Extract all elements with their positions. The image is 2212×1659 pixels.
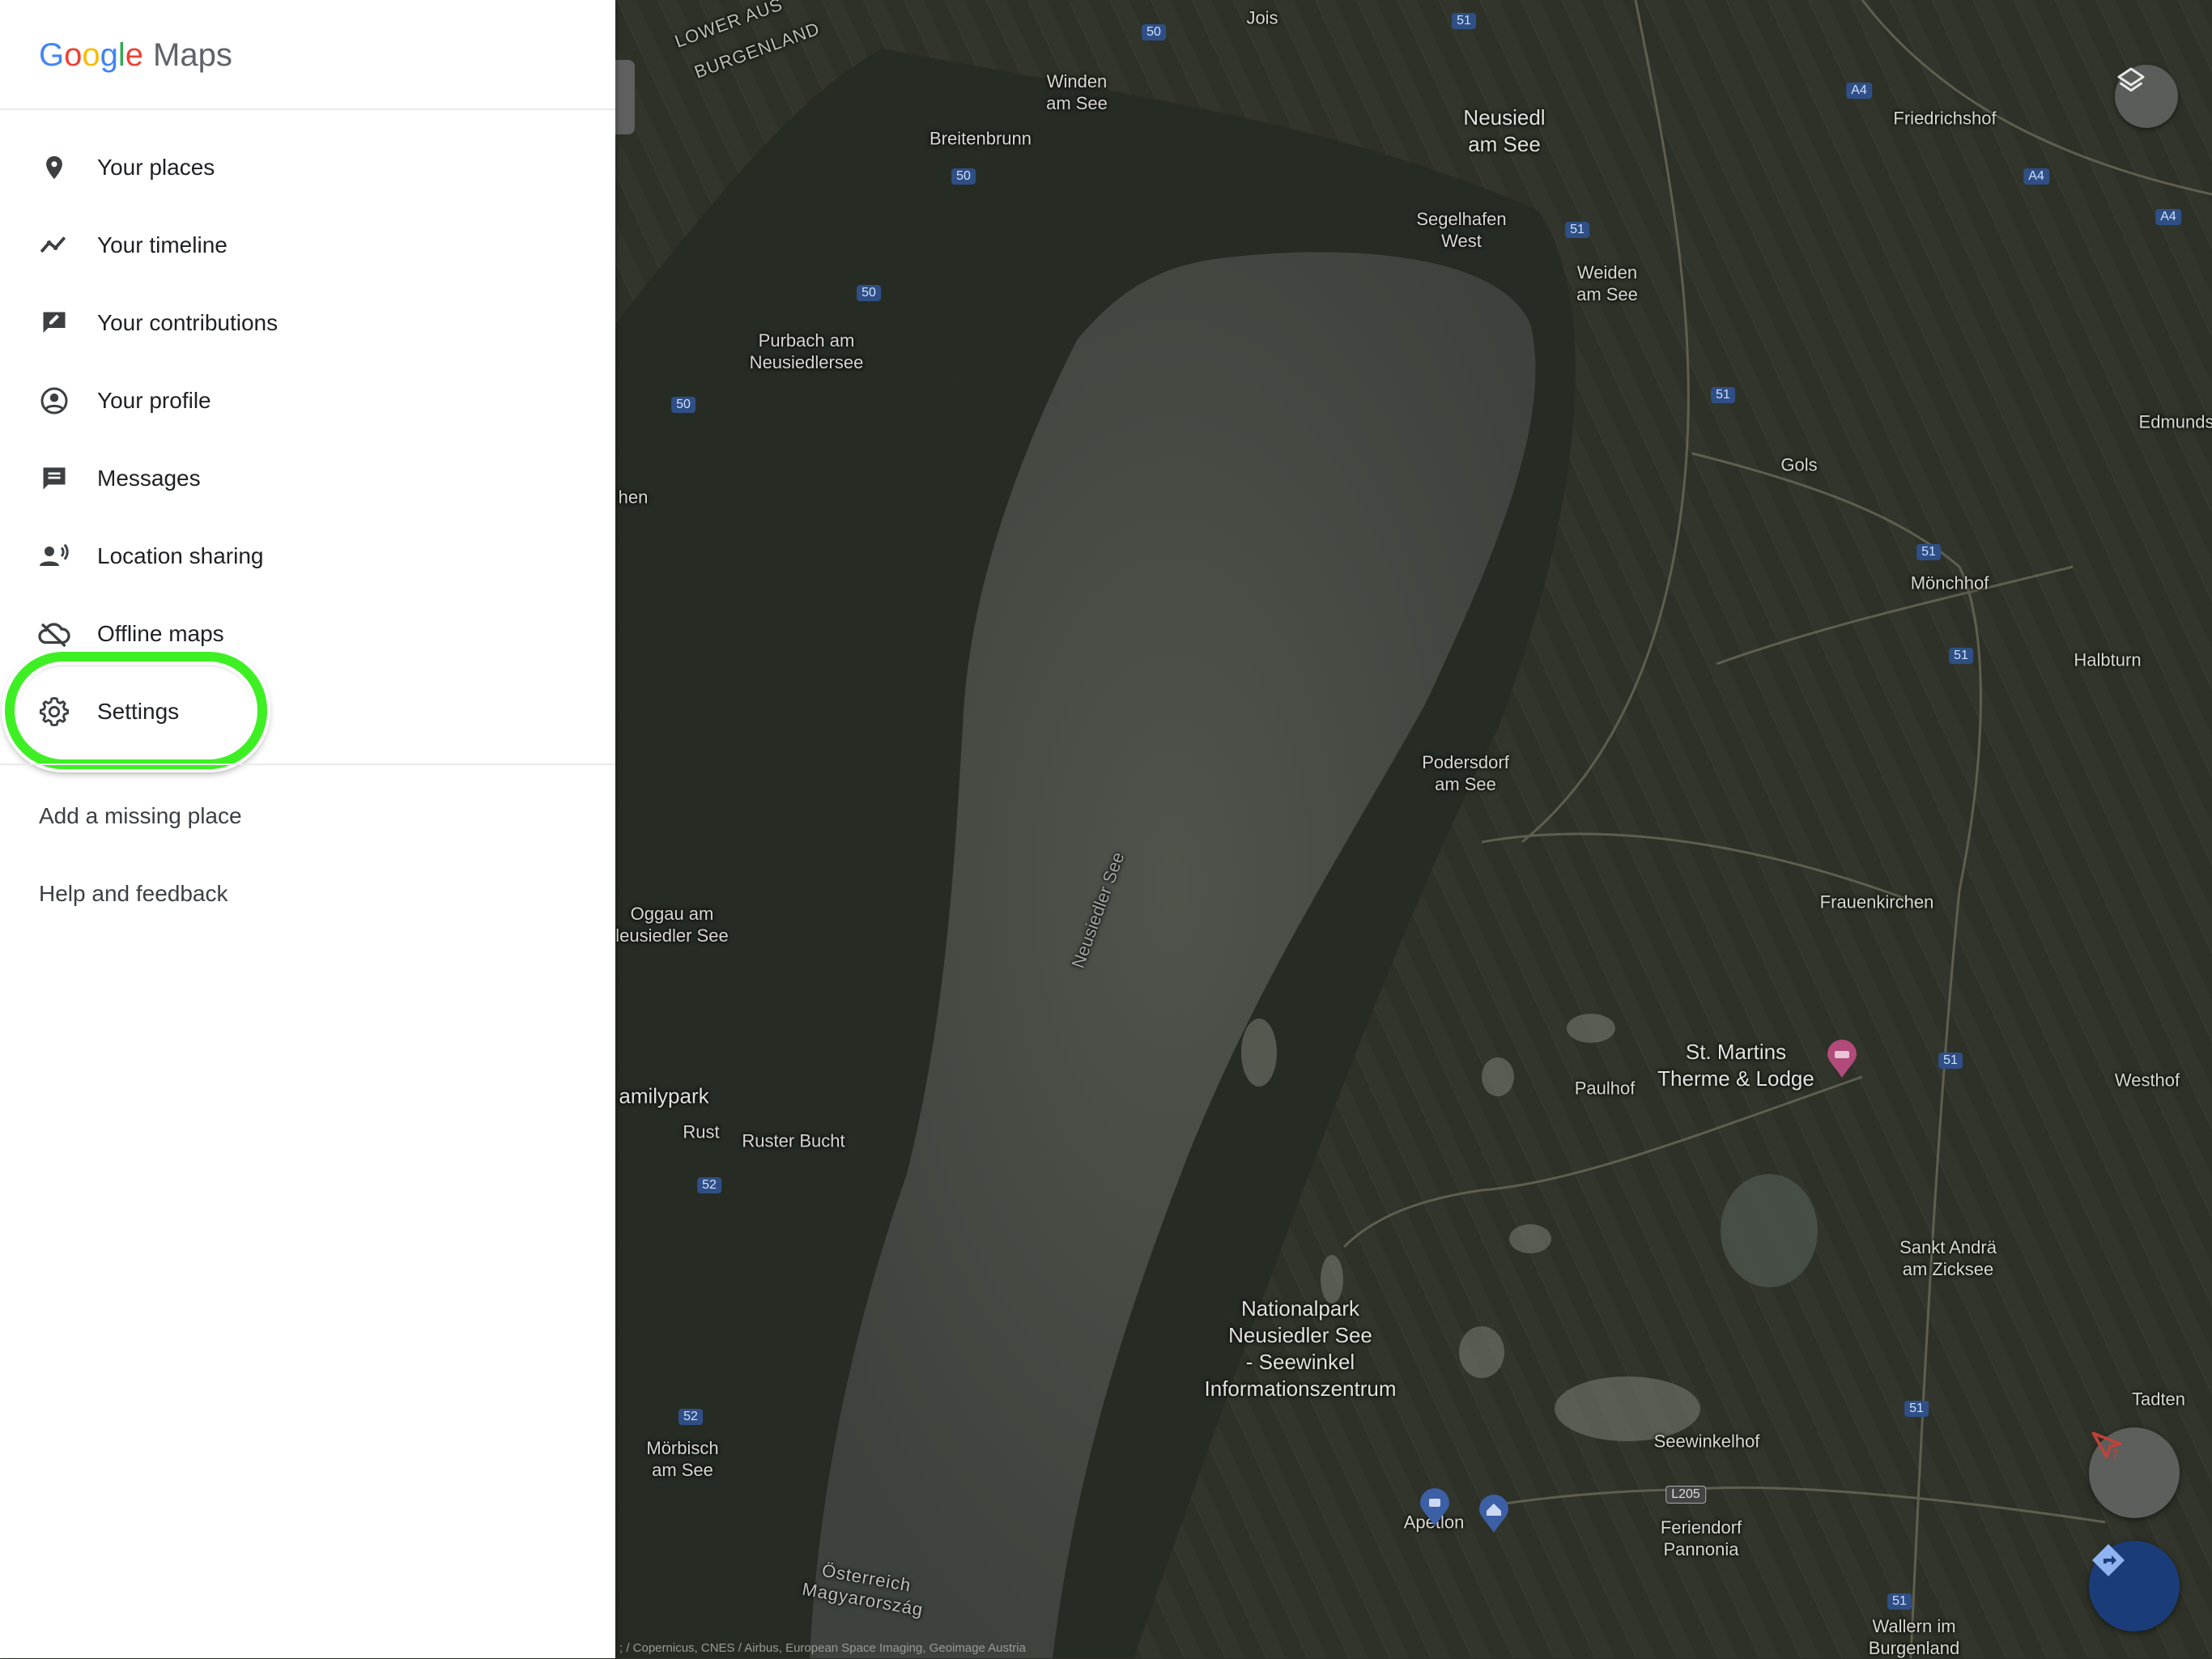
contributions-icon bbox=[37, 306, 71, 340]
road-shield: 50 bbox=[951, 168, 976, 185]
menu-label: Your places bbox=[97, 155, 215, 180]
map-label-podersdorf: Podersdorf am See bbox=[1422, 752, 1509, 794]
map-label-gols: Gols bbox=[1780, 454, 1818, 475]
road-shield: 51 bbox=[1452, 13, 1476, 29]
map-label-neusiedl: Neusiedl am See bbox=[1463, 105, 1546, 156]
map-label-westhof: Westhof bbox=[2114, 1070, 2180, 1091]
road-shield: 51 bbox=[1887, 1593, 1912, 1610]
menu-label: Your contributions bbox=[97, 310, 279, 335]
menu-item-your-timeline[interactable]: Your timeline bbox=[0, 206, 615, 284]
map-label-sankt-andra: Sankt Andrä am Zicksee bbox=[1899, 1237, 1997, 1279]
road-shield: 50 bbox=[857, 285, 881, 301]
road-shield: 51 bbox=[1565, 222, 1589, 238]
menu-item-your-places[interactable]: Your places bbox=[0, 129, 615, 206]
menu-label: Location sharing bbox=[97, 543, 264, 568]
map-label-monchhof: Mönchhof bbox=[1910, 572, 1989, 593]
map-label-familypark: amilypark bbox=[619, 1083, 709, 1108]
menu-label: Your timeline bbox=[97, 232, 228, 257]
road-shield: A4 bbox=[1846, 83, 1872, 99]
road-shield: 50 bbox=[1142, 24, 1166, 40]
map-label-segelhafen: Segelhafen West bbox=[1416, 209, 1507, 251]
directions-button[interactable] bbox=[2089, 1541, 2180, 1631]
road-shield: A4 bbox=[2023, 168, 2049, 185]
menu-label: Offline maps bbox=[97, 621, 224, 646]
map-label-seewinkelhof: Seewinkelhof bbox=[1653, 1431, 1760, 1452]
menu-label: Messages bbox=[97, 466, 201, 491]
map-label-winden: Winden am See bbox=[1046, 71, 1108, 113]
drawer-handle[interactable] bbox=[615, 60, 635, 134]
map-attribution: ; / Copernicus, CNES / Airbus, European … bbox=[619, 1641, 1026, 1655]
road-shield: 51 bbox=[1904, 1401, 1929, 1417]
map-label-morbisch: Mörbisch am See bbox=[646, 1438, 719, 1480]
layers-button[interactable] bbox=[2115, 65, 2178, 128]
maps-wordmark: Maps bbox=[153, 37, 232, 73]
menu-item-location-sharing[interactable]: Location sharing bbox=[0, 517, 615, 595]
museum-pin-icon[interactable] bbox=[1419, 1488, 1451, 1527]
menu-item-your-profile[interactable]: Your profile bbox=[0, 362, 615, 440]
menu-item-offline-maps[interactable]: Offline maps bbox=[0, 595, 615, 673]
google-wordmark: Google bbox=[39, 37, 144, 73]
menu-item-messages[interactable]: Messages bbox=[0, 440, 615, 517]
road-shield: 52 bbox=[697, 1177, 721, 1193]
add-missing-place-link[interactable]: Add a missing place bbox=[39, 803, 242, 829]
map-label-jois: Jois bbox=[1246, 7, 1278, 28]
location-sharing-icon bbox=[37, 539, 71, 573]
road-shield: 52 bbox=[678, 1409, 703, 1425]
gear-icon bbox=[37, 695, 71, 729]
road-shield: 50 bbox=[671, 397, 696, 413]
help-feedback-link[interactable]: Help and feedback bbox=[39, 881, 228, 907]
svg-text:?: ? bbox=[2112, 1448, 2118, 1462]
road-shield: 51 bbox=[1938, 1053, 1963, 1069]
map-label-halbturn: Halbturn bbox=[2074, 649, 2142, 670]
map-label-ruster-bucht: Ruster Bucht bbox=[742, 1130, 845, 1151]
place-pin-icon[interactable] bbox=[1478, 1495, 1510, 1534]
road-shield: L205 bbox=[1665, 1486, 1706, 1504]
offline-cloud-icon bbox=[37, 617, 71, 651]
menu-divider bbox=[0, 764, 615, 765]
map-label-weiden: Weiden am See bbox=[1576, 262, 1638, 304]
map-label-hen: hen bbox=[618, 487, 649, 508]
road-shield: 51 bbox=[1916, 544, 1941, 560]
map-label-feriendorf: Feriendorf Pannonia bbox=[1660, 1517, 1742, 1559]
location-pin-icon bbox=[37, 151, 71, 185]
map-label-oggau: Oggau am leusiedler See bbox=[615, 904, 729, 946]
google-maps-logo: Google Maps bbox=[39, 32, 232, 78]
side-drawer: Google Maps Your places Your timeline Yo… bbox=[0, 0, 615, 1658]
road-shield: A4 bbox=[2155, 209, 2181, 225]
road-shield: 51 bbox=[1949, 648, 1973, 664]
header-divider bbox=[0, 108, 615, 110]
menu-label: Settings bbox=[97, 699, 180, 724]
hotel-pin-icon[interactable] bbox=[1826, 1040, 1858, 1078]
menu-item-settings[interactable]: Settings bbox=[0, 673, 615, 751]
messages-icon bbox=[37, 462, 71, 496]
map-label-st-martins: St. Martins Therme & Lodge bbox=[1657, 1040, 1814, 1091]
map-label-breitenbrunn: Breitenbrunn bbox=[929, 128, 1032, 149]
map-label-rust: Rust bbox=[683, 1121, 720, 1142]
map-label-nationalpark: Nationalpark Neusiedler See - Seewinkel … bbox=[1204, 1296, 1397, 1401]
map-label-purbach: Purbach am Neusiedlersee bbox=[749, 330, 864, 372]
timeline-icon bbox=[37, 228, 71, 262]
send-feedback-button[interactable]: ? bbox=[2089, 1427, 2180, 1518]
map-label-tadten: Tadten bbox=[2131, 1389, 2186, 1410]
map-label-wallern: Wallern im Burgenland bbox=[1868, 1616, 1960, 1658]
road-shield: 51 bbox=[1711, 387, 1735, 403]
map-label-paulhof: Paulhof bbox=[1574, 1078, 1636, 1099]
menu-label: Your profile bbox=[97, 388, 211, 413]
profile-icon bbox=[37, 384, 71, 418]
map-label-frauenkirchen: Frauenkirchen bbox=[1819, 891, 1934, 912]
map-label-edmunds: Edmunds bbox=[2138, 411, 2212, 432]
menu-item-your-contributions[interactable]: Your contributions bbox=[0, 284, 615, 362]
map-label-friedrichshof: Friedrichshof bbox=[1893, 108, 1997, 129]
